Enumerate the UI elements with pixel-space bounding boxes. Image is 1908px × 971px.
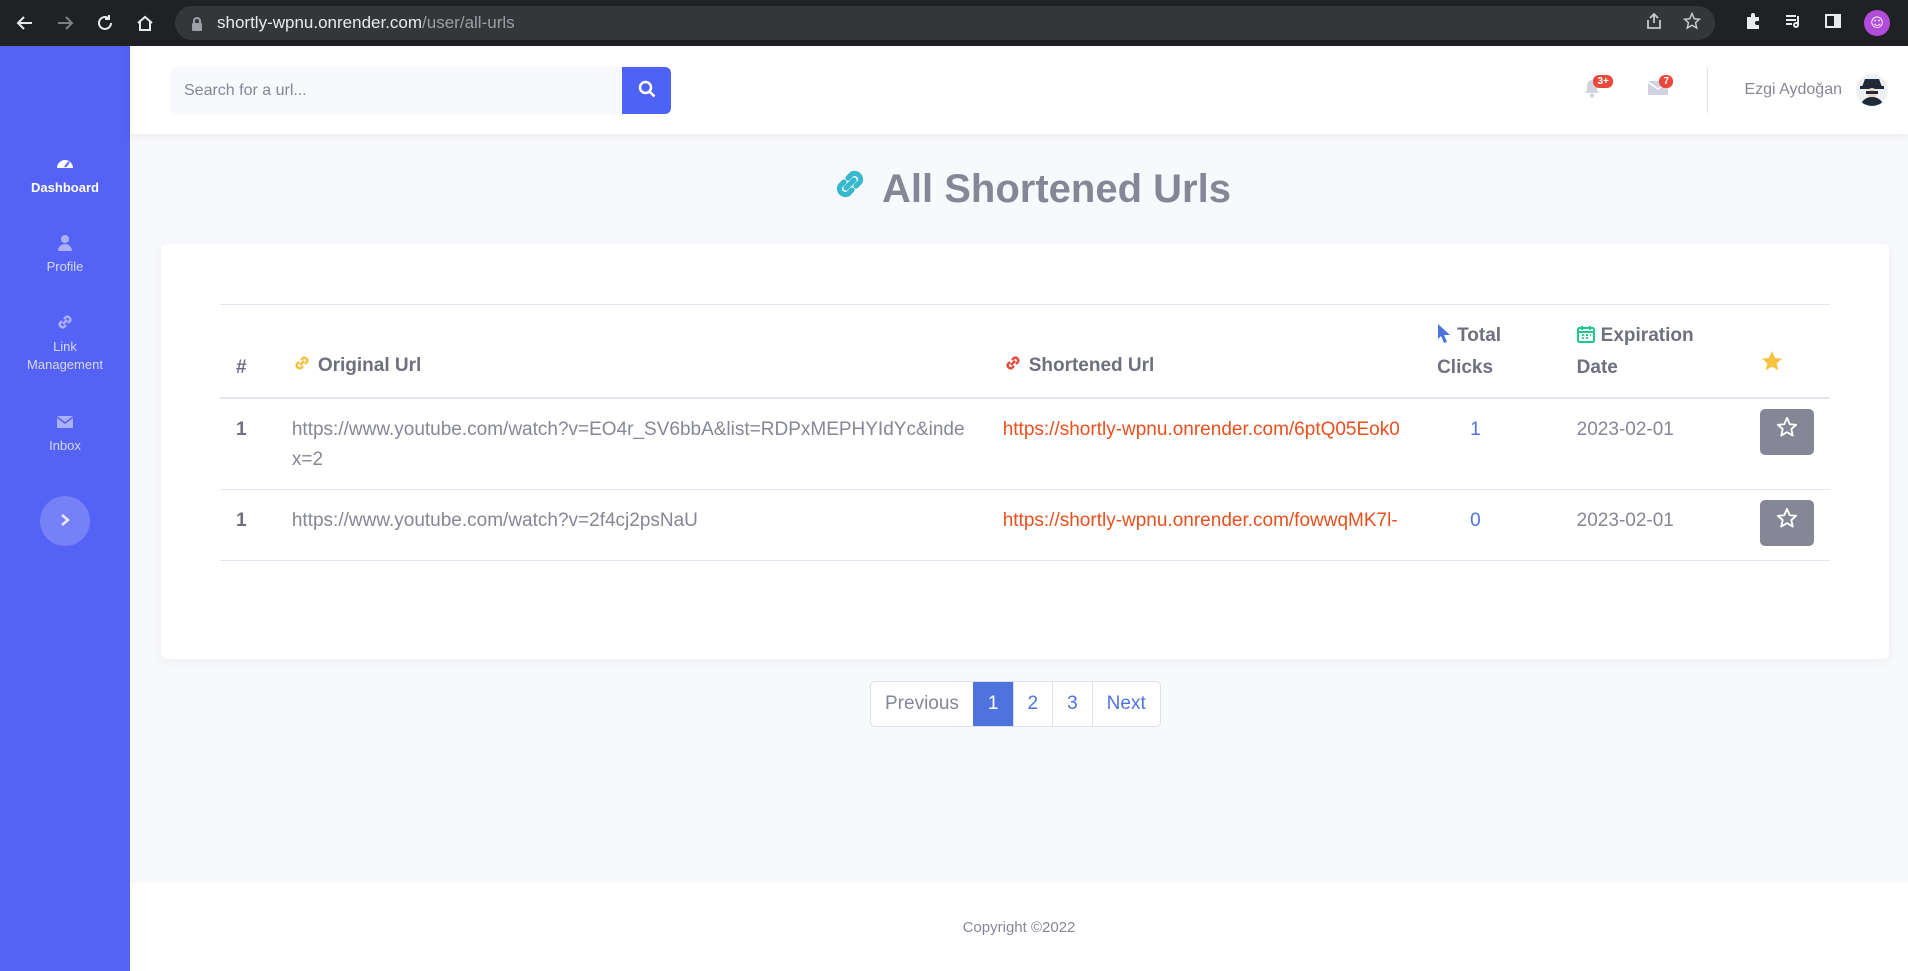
sidebar-item-link-management[interactable]: Link Management (0, 312, 130, 374)
link-icon (55, 312, 75, 332)
sidebar-item-label: Dashboard (31, 180, 99, 195)
sidebar-item-profile[interactable]: Profile (0, 233, 130, 274)
search-input[interactable] (170, 67, 622, 114)
forward-arrow-icon[interactable] (50, 8, 80, 38)
sidebar-item-label: Inbox (49, 438, 81, 453)
home-icon[interactable] (130, 8, 160, 38)
star-outline-icon (1776, 507, 1798, 539)
row-number: 1 (220, 489, 276, 561)
cursor-pointer-icon (1437, 323, 1451, 353)
footer: Copyright ©2022 (130, 883, 1908, 971)
link-icon (292, 353, 312, 383)
alerts-badge: 3+ (1593, 75, 1613, 88)
url-path: /user/all-urls (422, 13, 515, 32)
column-header-label: # (236, 357, 247, 378)
star-icon (1760, 351, 1784, 378)
share-icon[interactable] (1645, 12, 1663, 35)
sidebar-toggle-button[interactable] (40, 496, 90, 546)
urls-card: # Original Url Shortened Url Total Click… (161, 244, 1889, 659)
back-arrow-icon[interactable] (10, 8, 40, 38)
sidebar: Dashboard Profile Link Management Inbox (0, 46, 130, 971)
total-clicks: 0 (1421, 489, 1561, 561)
dashboard-gauge-icon (55, 154, 75, 174)
original-url: https://www.youtube.com/watch?v=EO4r_SV6… (275, 398, 987, 490)
pagination: Previous 1 2 3 Next (870, 681, 1161, 727)
favorite-cell (1744, 398, 1830, 490)
sidebar-item-label: Profile (46, 259, 84, 274)
favorite-button[interactable] (1760, 409, 1814, 455)
browser-profile-avatar[interactable]: ☺ (1864, 10, 1890, 36)
link-icon (1003, 353, 1023, 383)
page-title: All Shortened Urls (830, 162, 1231, 216)
column-header-shortened-url: Shortened Url (986, 304, 1422, 399)
urls-table: # Original Url Shortened Url Total Click… (220, 304, 1830, 561)
expiration-date: 2023-02-01 (1560, 398, 1744, 490)
row-number: 1 (220, 398, 276, 490)
address-bar[interactable]: shortly-wpnu.onrender.com/user/all-urls (175, 6, 1715, 40)
table-row: 1 https://www.youtube.com/watch?v=2f4cj2… (220, 489, 1830, 561)
table-row: 1 https://www.youtube.com/watch?v=EO4r_S… (220, 398, 1830, 490)
link-icon (830, 164, 870, 214)
alerts-button[interactable]: 3+ (1577, 75, 1613, 105)
star-outline-icon (1776, 416, 1798, 448)
column-header-original-url: Original Url (275, 304, 987, 399)
reload-icon[interactable] (90, 8, 120, 38)
media-queue-icon[interactable] (1784, 12, 1802, 35)
column-header-number: # (220, 304, 276, 399)
column-header-total-clicks: Total Clicks (1421, 304, 1561, 399)
column-header-label: Original Url (317, 355, 422, 376)
calendar-icon (1576, 323, 1595, 353)
shortened-url-link[interactable]: https://shortly-wpnu.onrender.com/fowwqM… (986, 489, 1422, 561)
search-button[interactable] (622, 67, 671, 114)
total-clicks: 1 (1421, 398, 1561, 490)
original-url: https://www.youtube.com/watch?v=2f4cj2ps… (275, 489, 987, 561)
user-icon (55, 233, 75, 253)
bookmark-star-icon[interactable] (1682, 11, 1702, 35)
pagination-page-3[interactable]: 3 (1052, 682, 1092, 726)
column-header-label: Shortened Url (1028, 355, 1155, 376)
side-panel-icon[interactable] (1824, 12, 1842, 35)
browser-toolbar: shortly-wpnu.onrender.com/user/all-urls … (0, 0, 1908, 46)
pagination-page-2[interactable]: 2 (1012, 682, 1053, 726)
messages-button[interactable]: 7 (1643, 75, 1673, 105)
url-text: shortly-wpnu.onrender.com/user/all-urls (217, 13, 515, 33)
user-name[interactable]: Ezgi Aydoğan (1744, 81, 1842, 99)
extensions-puzzle-icon[interactable] (1744, 12, 1762, 35)
chevron-right-icon (59, 511, 71, 532)
copyright-text: Copyright ©2022 (962, 918, 1076, 936)
favorite-button[interactable] (1760, 500, 1814, 546)
favorite-cell (1744, 489, 1830, 561)
sidebar-item-dashboard[interactable]: Dashboard (0, 154, 130, 195)
search-icon (638, 80, 656, 102)
pagination-page-1[interactable]: 1 (972, 682, 1013, 726)
sidebar-item-inbox[interactable]: Inbox (0, 412, 130, 453)
url-host: shortly-wpnu.onrender.com (217, 13, 423, 32)
column-header-expiration-date: Expiration Date (1560, 304, 1744, 399)
table-header-row: # Original Url Shortened Url Total Click… (220, 304, 1830, 399)
column-header-favorite (1744, 304, 1830, 399)
envelope-icon (55, 412, 75, 432)
avatar[interactable] (1856, 74, 1888, 106)
lock-icon (191, 16, 203, 31)
shortened-url-link[interactable]: https://shortly-wpnu.onrender.com/6ptQ05… (986, 398, 1422, 490)
page-title-text: All Shortened Urls (882, 166, 1231, 211)
topbar: 3+ 7 Ezgi Aydoğan (130, 46, 1908, 134)
search-form (170, 67, 671, 114)
sidebar-item-label: Link Management (27, 339, 103, 372)
pagination-next[interactable]: Next (1091, 682, 1160, 726)
expiration-date: 2023-02-01 (1560, 489, 1744, 561)
pagination-previous[interactable]: Previous (871, 682, 973, 726)
messages-badge: 7 (1659, 75, 1673, 88)
topbar-divider (1707, 67, 1709, 113)
